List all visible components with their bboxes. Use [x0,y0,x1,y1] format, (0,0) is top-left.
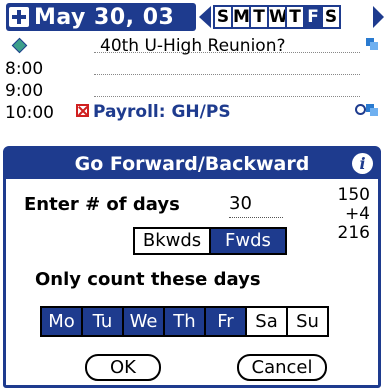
date-label: May 30, 03 [34,4,175,30]
cancel-button[interactable]: Cancel [237,354,327,381]
weekday-tue[interactable]: T [249,5,269,29]
days-label: Enter # of days [24,194,180,215]
date-button[interactable]: May 30, 03 [6,3,196,31]
weekday-sun[interactable]: S [213,5,233,29]
note-icon[interactable] [366,104,378,116]
note-icon[interactable] [366,38,378,50]
direction-toggle: Bkwds Fwds [133,227,287,255]
time-row-10[interactable]: 10:00 Payroll: GH/PS [0,101,384,123]
plus-icon [9,7,29,27]
weekday-fri[interactable]: F [303,5,323,29]
side-number-1: 150 [337,185,370,205]
side-number-3: 216 [337,223,370,243]
forward-button[interactable]: Fwds [209,227,287,255]
day-mo-toggle[interactable]: Mo [40,306,83,337]
day-th-toggle[interactable]: Th [163,306,206,337]
side-number-2: +4 [344,204,370,224]
event-title: 40th U-High Reunion? [100,36,286,56]
time-row-9[interactable]: 9:00 [0,79,384,101]
day-sa-toggle[interactable]: Sa [245,306,288,337]
time-label: 9:00 [5,81,44,101]
dialog-title: Go Forward/Backward [6,149,378,179]
header-bar: May 30, 03 S M T W T F S [0,0,384,34]
event-title: Payroll: GH/PS [93,102,231,122]
backward-button[interactable]: Bkwds [133,227,211,255]
day-we-toggle[interactable]: We [122,306,165,337]
time-label: 10:00 [5,103,54,123]
only-count-label: Only count these days [35,269,261,290]
time-label: 8:00 [5,59,44,79]
row-divider [94,96,360,97]
alarm-icon [355,104,366,115]
row-divider [94,74,360,75]
day-tu-toggle[interactable]: Tu [81,306,124,337]
alert-x-icon [76,104,89,117]
day-fr-toggle[interactable]: Fr [204,306,247,337]
previous-week-arrow-icon[interactable] [199,6,211,28]
info-icon[interactable]: i [352,153,373,174]
ok-button[interactable]: OK [85,354,161,381]
day-su-toggle[interactable]: Su [286,306,329,337]
time-row-8[interactable]: 8:00 [0,57,384,79]
weekday-wed[interactable]: W [267,5,288,29]
go-forward-backward-dialog: Go Forward/Backward i Enter # of days 30… [3,146,381,388]
days-input[interactable]: 30 [229,193,283,218]
next-week-arrow-icon[interactable] [373,6,384,28]
untimed-event-row[interactable]: 40th U-High Reunion? [0,35,384,57]
weekday-mon[interactable]: M [231,5,251,29]
untimed-diamond-icon [11,37,28,54]
weekday-thu[interactable]: T [285,5,305,29]
row-divider [94,52,360,53]
weekday-sat[interactable]: S [321,5,341,29]
weekday-selector: S M T W T F S [213,5,341,29]
count-days-selector: Mo Tu We Th Fr Sa Su [40,306,329,337]
